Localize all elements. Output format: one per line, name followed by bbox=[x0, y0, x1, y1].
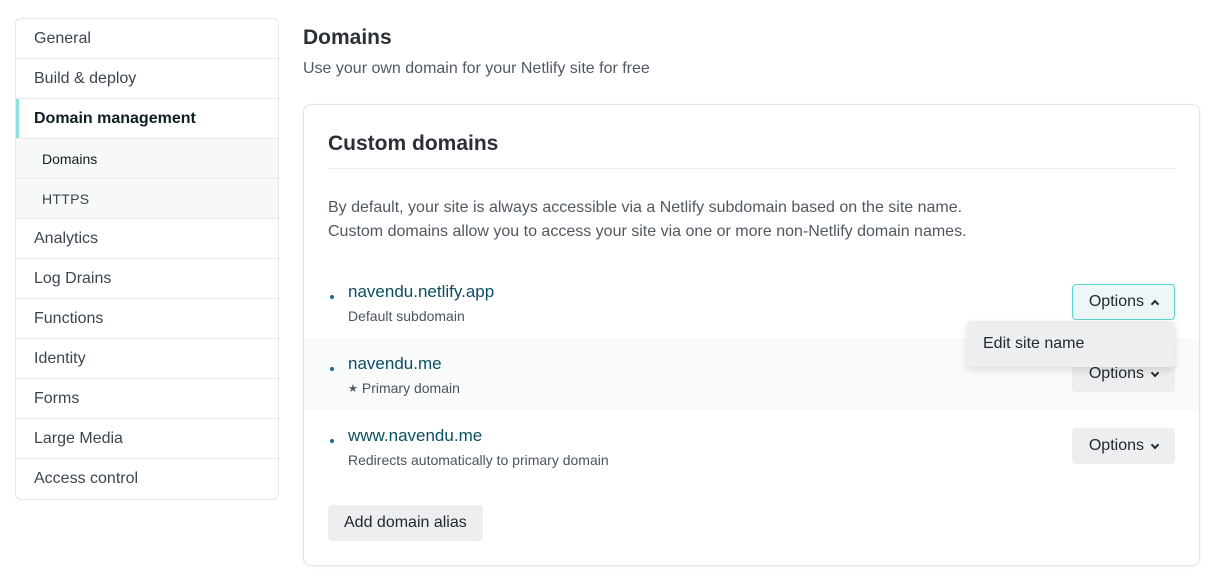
domain-link[interactable]: navendu.netlify.app bbox=[348, 282, 494, 302]
bullet bbox=[330, 295, 334, 299]
sidebar-item-functions[interactable]: Functions bbox=[16, 299, 278, 339]
options-button[interactable]: Options bbox=[1071, 284, 1175, 320]
options-button[interactable]: Options bbox=[1071, 428, 1175, 464]
sidebar-item-build-deploy[interactable]: Build & deploy bbox=[16, 59, 278, 99]
description-line-1: By default, your site is always accessib… bbox=[328, 199, 963, 216]
sidebar-item-identity[interactable]: Identity bbox=[16, 339, 278, 379]
edit-site-name-menu-item[interactable]: Edit site name bbox=[983, 335, 1084, 353]
page-subtitle: Use your own domain for your Netlify sit… bbox=[303, 60, 650, 77]
settings-sidebar: General Build & deploy Domain management… bbox=[15, 18, 279, 500]
sidebar-item-domain-management[interactable]: Domain management bbox=[16, 99, 278, 139]
sidebar-item-general[interactable]: General bbox=[16, 19, 278, 59]
chevron-down-icon bbox=[1150, 368, 1160, 377]
add-domain-alias-button[interactable]: Add domain alias bbox=[328, 505, 483, 541]
card-description: By default, your site is always accessib… bbox=[328, 196, 967, 244]
card-title: Custom domains bbox=[328, 132, 499, 155]
sidebar-item-forms[interactable]: Forms bbox=[16, 379, 278, 419]
options-label: Options bbox=[1088, 365, 1144, 382]
domain-link[interactable]: www.navendu.me bbox=[348, 426, 482, 446]
description-line-2: Custom domains allow you to access your … bbox=[328, 223, 967, 240]
sidebar-item-large-media[interactable]: Large Media bbox=[16, 419, 278, 459]
domain-row: www.navendu.me Redirects automatically t… bbox=[304, 410, 1199, 482]
bullet bbox=[330, 439, 334, 443]
sidebar-subitem-domains[interactable]: Domains bbox=[16, 139, 278, 179]
sidebar-item-log-drains[interactable]: Log Drains bbox=[16, 259, 278, 299]
star-icon: ★ bbox=[348, 383, 358, 395]
domain-note: ★ Primary domain bbox=[348, 380, 460, 396]
domain-note-text: Primary domain bbox=[361, 380, 460, 396]
page-title: Domains bbox=[303, 26, 392, 49]
sidebar-item-access-control[interactable]: Access control bbox=[16, 459, 278, 499]
options-dropdown-menu: Edit site name bbox=[967, 321, 1175, 367]
domain-link[interactable]: navendu.me bbox=[348, 354, 442, 374]
bullet bbox=[330, 367, 334, 371]
card-divider bbox=[328, 168, 1175, 169]
sidebar-subitem-https[interactable]: HTTPS bbox=[16, 179, 278, 219]
options-label: Options bbox=[1088, 437, 1144, 454]
chevron-up-icon bbox=[1150, 299, 1160, 308]
options-label: Options bbox=[1088, 293, 1144, 310]
sidebar-item-analytics[interactable]: Analytics bbox=[16, 219, 278, 259]
domain-note: Default subdomain bbox=[348, 308, 465, 324]
chevron-down-icon bbox=[1150, 440, 1160, 449]
domain-note: Redirects automatically to primary domai… bbox=[348, 452, 609, 468]
